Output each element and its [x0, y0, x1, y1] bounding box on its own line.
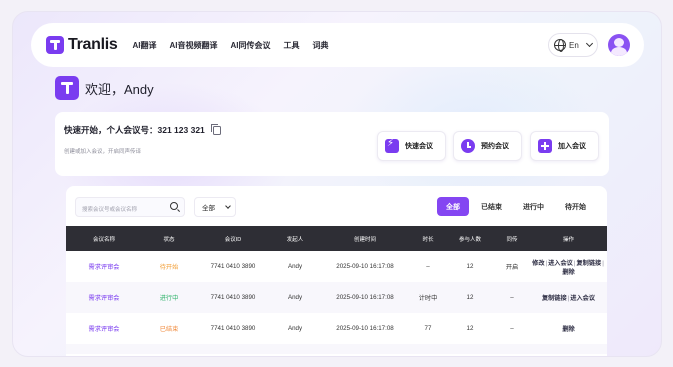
instant-meeting-label: 快速会议: [405, 143, 433, 150]
column-header: 创建时间: [353, 236, 376, 243]
filter-all[interactable]: 全部: [437, 197, 469, 216]
created-time: 2025-09-10 16:17:08: [336, 263, 394, 270]
meeting-table: 会议名称 状态 会议ID 发起人 创建时间 时长 参与人数 同传 操作 需求评审…: [66, 226, 607, 354]
status-filter-tabs: 全部 已结束 进行中 待开始: [434, 197, 595, 216]
search-box: [75, 197, 185, 219]
quick-start-subtitle: 创建或加入会议，开启同声传译: [64, 149, 142, 155]
brand-logo[interactable]: Tranlis: [46, 36, 118, 54]
filter-pending[interactable]: 待开始: [556, 197, 595, 216]
meeting-name-link[interactable]: 需求评审会: [66, 251, 142, 282]
interpretation-status: 开启: [505, 264, 519, 271]
search-input[interactable]: [76, 201, 166, 219]
column-header: 会议ID: [224, 236, 242, 243]
column-header: 参与人数: [458, 236, 481, 243]
column-header: 操作: [562, 236, 574, 243]
created-time: 2025-09-10 16:17:08: [336, 325, 394, 332]
filter-ended[interactable]: 已结束: [472, 197, 511, 216]
row-actions: 复制链接|进入会议: [541, 295, 596, 302]
participant-count: 12: [466, 325, 474, 332]
status-badge: 进行中: [159, 295, 179, 302]
welcome-header: 欢迎，Andy: [55, 76, 154, 100]
meeting-id: 7741 0410 3890: [210, 325, 256, 332]
meeting-name-link[interactable]: 需求评审会: [66, 282, 142, 313]
delete-link[interactable]: 删除: [562, 269, 574, 276]
join-meeting-button[interactable]: 加入会议: [530, 131, 599, 161]
table-row: 需求评审会 待开始 7741 0410 3890 Andy 2025-09-10…: [66, 251, 607, 282]
brand-mark-icon: [55, 76, 79, 100]
chevron-down-icon: [225, 203, 231, 209]
column-header: 状态: [163, 236, 175, 243]
clock-icon: [461, 139, 475, 153]
menu-item-ai-translate[interactable]: AI翻译: [132, 40, 156, 51]
instant-meeting-button[interactable]: 快速会议: [377, 131, 446, 161]
schedule-meeting-button[interactable]: 预约会议: [453, 131, 522, 161]
table-row: 需求评审会 已结束 7741 0410 3890 Andy 2025-09-10…: [66, 313, 607, 344]
copy-link-link[interactable]: 复制链接: [542, 295, 567, 302]
meeting-name-link[interactable]: 需求评审会: [66, 313, 142, 344]
menu-item-interp-meeting[interactable]: AI同传会议: [230, 40, 270, 51]
quick-start-title: 快速开始，个人会议号：321 123 321: [64, 123, 221, 136]
created-time: 2025-09-10 16:17:08: [336, 294, 394, 301]
menu-item-dictionary[interactable]: 词典: [312, 40, 328, 51]
host-name: Andy: [287, 294, 303, 301]
quick-start-title-text: 快速开始，个人会议号：321 123 321: [64, 125, 205, 135]
copy-link-link[interactable]: 复制链接: [576, 260, 601, 267]
participant-count: 12: [466, 294, 474, 301]
quick-start-card: 快速开始，个人会议号：321 123 321 创建或加入会议，开启同声传译 快速…: [55, 112, 609, 176]
meeting-id: 7741 0410 3890: [210, 263, 256, 270]
interpretation-status: –: [510, 294, 514, 301]
main-menu: AI翻译 AI音视频翻译 AI同传会议 工具 词典: [132, 40, 341, 51]
brand-name: Tranlis: [68, 36, 118, 53]
menu-item-av-translate[interactable]: AI音视频翻译: [169, 40, 217, 51]
host-name: Andy: [287, 325, 303, 332]
row-actions: 删除: [530, 313, 607, 344]
column-header: 时长: [422, 236, 434, 243]
enter-meeting-link[interactable]: 进入会议: [548, 260, 573, 267]
menu-item-tools[interactable]: 工具: [283, 40, 299, 51]
join-meeting-label: 加入会议: [558, 143, 586, 150]
edit-link[interactable]: 修改: [532, 260, 544, 267]
meeting-id: 7741 0410 3890: [210, 294, 256, 301]
status-select-value: 全部: [202, 205, 215, 212]
status-badge: 已结束: [159, 326, 179, 333]
column-header: 同传: [506, 236, 518, 243]
search-icon[interactable]: [170, 202, 178, 210]
participant-count: 12: [466, 263, 474, 270]
chevron-down-icon: [585, 39, 593, 48]
language-selector[interactable]: En: [548, 33, 598, 57]
top-nav: Tranlis AI翻译 AI音视频翻译 AI同传会议 工具 词典 En: [31, 23, 644, 67]
meeting-list-card: 全部 全部 已结束 进行中 待开始 会议名称 状态 会议ID 发起人 创建时间: [66, 186, 607, 356]
copy-icon[interactable]: [210, 123, 221, 135]
host-name: Andy: [287, 263, 303, 270]
lightning-icon: [385, 138, 399, 153]
schedule-meeting-label: 预约会议: [481, 143, 509, 150]
status-select[interactable]: 全部: [194, 197, 236, 217]
welcome-text: 欢迎，Andy: [85, 81, 154, 97]
language-label: En: [569, 40, 579, 50]
user-avatar[interactable]: [608, 34, 630, 56]
brand-logo-icon: [46, 36, 64, 54]
enter-meeting-link[interactable]: 进入会议: [570, 295, 595, 302]
duration: 计时中: [418, 295, 438, 302]
table-row: [66, 344, 607, 354]
status-badge: 待开始: [159, 264, 179, 271]
column-header: 会议名称: [92, 236, 115, 243]
filter-live[interactable]: 进行中: [514, 197, 553, 216]
delete-link[interactable]: 删除: [562, 326, 574, 333]
plus-icon: [538, 139, 552, 153]
app-frame: Tranlis AI翻译 AI音视频翻译 AI同传会议 工具 词典 En 欢迎，…: [12, 11, 662, 357]
duration: 77: [424, 325, 432, 332]
column-header: 发起人: [286, 236, 304, 243]
table-row: 需求评审会 进行中 7741 0410 3890 Andy 2025-09-10…: [66, 282, 607, 313]
row-actions: 修改|进入会议|复制链接|删除: [532, 259, 604, 276]
interpretation-status: –: [510, 325, 514, 332]
table-header: 会议名称 状态 会议ID 发起人 创建时间 时长 参与人数 同传 操作: [66, 226, 607, 251]
duration: –: [426, 263, 430, 270]
globe-icon: [554, 39, 566, 52]
